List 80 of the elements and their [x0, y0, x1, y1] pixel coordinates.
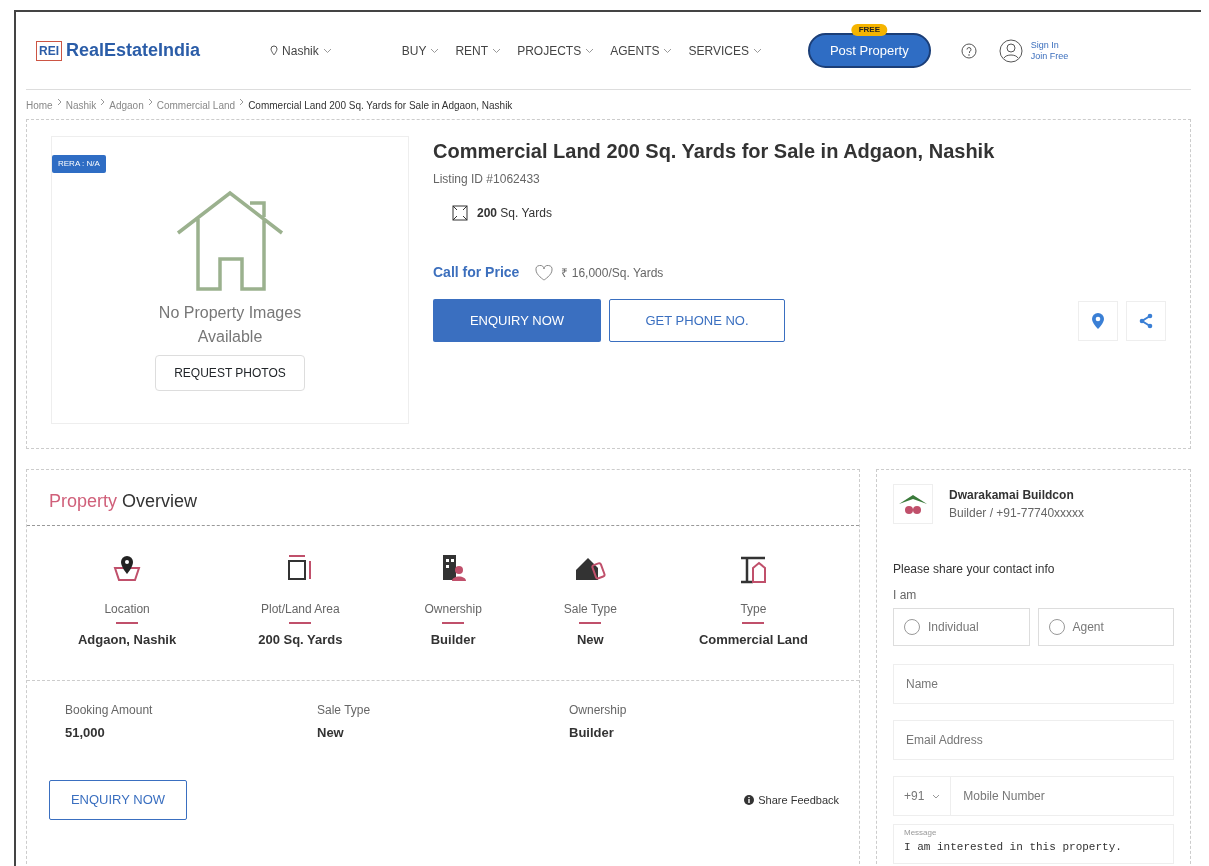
feature-label: Location — [104, 601, 150, 618]
location-icon — [1091, 311, 1105, 330]
breadcrumb-link[interactable]: Nashik — [65, 98, 97, 113]
email-field[interactable]: Email Address — [893, 720, 1174, 760]
help-icon — [960, 42, 977, 59]
share-button[interactable] — [1126, 300, 1166, 341]
share-icon — [1139, 312, 1153, 329]
post-property-button[interactable]: Post Property — [807, 32, 931, 69]
info-icon — [744, 795, 755, 805]
caret-icon — [322, 47, 332, 54]
enquiry-now-button[interactable]: ENQUIRY NOW — [433, 299, 601, 342]
option-label: Agent — [1072, 619, 1104, 636]
role-option[interactable]: Agent — [1037, 608, 1174, 646]
free-badge: FREE — [851, 23, 887, 36]
listing-title: Commercial Land 200 Sq. Yards for Sale in Adgaon, Nashik — [433, 139, 996, 164]
chevron-icon — [147, 98, 153, 106]
caret-icon — [752, 47, 762, 54]
breadcrumb-link[interactable]: Home — [26, 98, 53, 113]
detail-label: Booking Amount — [65, 701, 154, 719]
sign-in-link[interactable]: Sign In — [1030, 39, 1069, 51]
feature-value: Adgaon, Nashik — [77, 631, 177, 649]
country-code-select[interactable]: +91 — [893, 776, 952, 816]
feature-value: New — [576, 631, 604, 649]
share-feedback-link[interactable]: Share Feedback — [758, 791, 839, 809]
nav-link[interactable]: RENT — [455, 41, 489, 60]
builder-name: Dwarakamai Buildcon — [949, 487, 1075, 504]
detail-value: Builder — [569, 723, 615, 742]
city-selector[interactable]: Nashik — [282, 41, 319, 60]
builder-contact: Builder / +91-77740xxxxx — [949, 505, 1085, 522]
area-value: 200 Sq. Yards — [477, 205, 552, 222]
breadcrumb-current: Commercial Land 200 Sq. Yards for Sale in Adgaon, Nashik — [248, 99, 513, 113]
overview-title: Property Overview — [27, 470, 859, 526]
detail-label: Sale Type — [317, 701, 372, 719]
heart-icon — [535, 264, 554, 281]
mobile-field[interactable]: Mobile Number — [951, 776, 1174, 816]
form-prompt: Please share your contact info — [893, 561, 1056, 578]
map-button[interactable] — [1078, 300, 1118, 341]
request-photos-button[interactable]: REQUEST PHOTOS — [155, 355, 305, 391]
feature-value: Builder — [430, 631, 476, 649]
feature-label: Ownership — [424, 601, 482, 618]
detail-label: Ownership — [569, 701, 628, 719]
rera-badge: RERA : N/A — [52, 155, 106, 173]
message-field[interactable]: Message I am interested in this property. — [893, 824, 1174, 864]
breadcrumb-link[interactable]: Commercial Land — [156, 98, 236, 113]
enquiry-now-button[interactable]: ENQUIRY NOW — [49, 780, 187, 820]
logo-mark[interactable]: REI — [36, 40, 62, 61]
call-for-price-link[interactable]: Call for Price — [433, 262, 520, 283]
detail-value: New — [317, 723, 345, 742]
nav-link[interactable]: PROJECTS — [517, 41, 582, 60]
caret-icon — [663, 47, 673, 54]
no-images-text: No Property Images Available — [157, 303, 303, 347]
logo-text[interactable]: RealEstateIndia — [66, 37, 201, 64]
detail-value: 51,000 — [65, 723, 106, 742]
caret-icon — [430, 47, 440, 54]
chevron-icon — [100, 98, 106, 106]
feature-value: 200 Sq. Yards — [258, 631, 343, 649]
user-icon — [998, 38, 1023, 63]
nav-link[interactable]: AGENTS — [610, 41, 660, 60]
option-label: Individual — [928, 619, 979, 636]
caret-icon — [932, 793, 941, 799]
role-option[interactable]: Individual — [893, 608, 1030, 646]
feature-label: Plot/Land Area — [260, 601, 340, 618]
nav-link[interactable]: SERVICES — [688, 41, 749, 60]
area-icon — [451, 204, 469, 222]
listing-id: Listing ID #1062433 — [433, 171, 541, 188]
chevron-icon — [239, 98, 245, 106]
join-link[interactable]: Join Free — [1030, 50, 1069, 62]
feature-label: Sale Type — [563, 601, 617, 618]
price-rate: ₹ 16,000/Sq. Yards — [561, 264, 664, 282]
pin-icon — [270, 45, 279, 56]
caret-icon — [492, 47, 502, 54]
form-label: I am — [893, 587, 918, 604]
name-field[interactable]: Name — [893, 664, 1174, 704]
get-phone-button[interactable]: GET PHONE NO. — [609, 299, 785, 342]
breadcrumb-link[interactable]: Adgaon — [109, 98, 144, 113]
chevron-icon — [56, 98, 62, 106]
feature-value: Commercial Land — [698, 631, 808, 649]
feature-label: Type — [740, 601, 767, 618]
caret-icon — [585, 47, 595, 54]
nav-link[interactable]: BUY — [401, 41, 427, 60]
